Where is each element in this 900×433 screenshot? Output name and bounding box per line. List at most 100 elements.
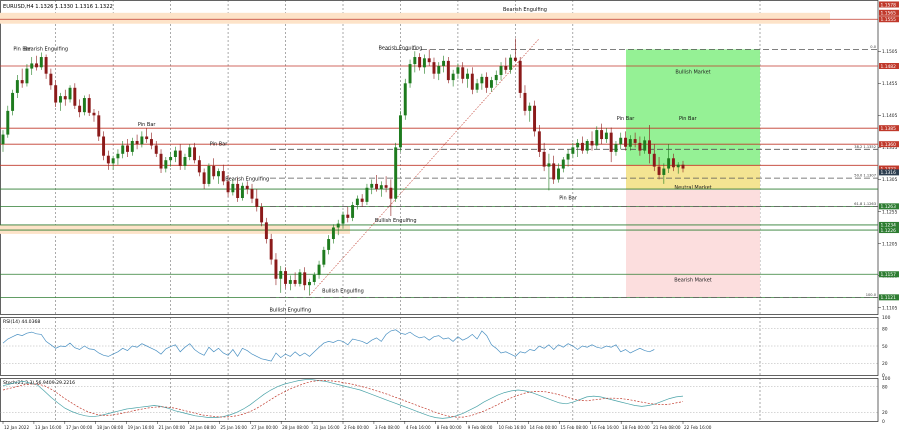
candle-body: [111, 158, 115, 164]
candle-body: [260, 206, 264, 223]
fib-label: 61.8 1.1263: [854, 202, 876, 206]
fib-label: 100.0: [866, 293, 877, 297]
candle-body: [87, 98, 91, 113]
candle-body: [413, 57, 417, 65]
candle-body: [212, 165, 216, 177]
time-tick-label: 2 Feb 00:00: [344, 425, 369, 430]
time-tick-label: 21 Feb 08:00: [653, 425, 681, 430]
candle-body: [628, 139, 632, 147]
candle-body: [346, 214, 350, 218]
candle-body: [537, 131, 541, 152]
candle-body: [264, 222, 268, 240]
pattern-annotation: Pin Bar: [210, 141, 229, 147]
pattern-annotation: Pin Bar: [138, 122, 157, 128]
candle-body: [269, 239, 273, 260]
candle-body: [557, 168, 560, 180]
fib-label: 0.0: [870, 45, 876, 49]
price-tag-label: 1.1121: [881, 295, 897, 301]
candle-body: [54, 85, 58, 103]
candle-body: [284, 271, 288, 284]
time-tick-label: 3 Feb 08:00: [375, 425, 400, 430]
candle-body: [126, 145, 129, 152]
candle-body: [461, 67, 465, 79]
pattern-annotation: Pin Bar: [559, 196, 578, 202]
candle-body: [312, 274, 316, 282]
rsi-tick-label: 100: [882, 315, 891, 321]
candle-body: [504, 66, 508, 70]
price-tag-label: 1.1482: [881, 64, 897, 70]
candle-body: [398, 115, 402, 148]
time-tick-label: 18 Feb 00:00: [622, 425, 650, 430]
candle-body: [327, 239, 331, 250]
candle-body: [403, 83, 407, 116]
stoch-tick-label: 100: [882, 376, 891, 382]
candle-body: [418, 57, 422, 68]
candle-body: [240, 185, 244, 199]
candle-body: [480, 76, 484, 84]
candle-body: [580, 142, 584, 151]
candle-body: [437, 66, 441, 74]
candle-body: [145, 136, 149, 140]
candle-body: [173, 150, 177, 157]
candle-body: [379, 185, 383, 190]
candle-body: [308, 281, 311, 286]
time-tick-label: 19 Jan 16:00: [128, 425, 155, 430]
pattern-annotation: Bullish Engulfing: [375, 218, 417, 224]
candle-body: [552, 163, 556, 180]
time-tick-label: 15 Feb 08:00: [560, 425, 588, 430]
candle-body: [121, 145, 125, 154]
candle-body: [293, 280, 297, 284]
time-tick-label: 16 Feb 16:00: [591, 425, 619, 430]
candle-body: [494, 74, 498, 81]
candle-body: [667, 158, 671, 169]
candle-body: [68, 87, 72, 100]
candle-body: [20, 80, 24, 84]
price-tag-label: 1.1360: [881, 142, 897, 148]
price-tag-label: 1.1578: [881, 2, 897, 8]
candle-body: [595, 130, 599, 146]
candle-body: [523, 92, 527, 111]
candle-body: [638, 142, 642, 151]
candle-body: [446, 60, 450, 81]
candle-body: [351, 205, 355, 218]
candle-body: [298, 272, 302, 284]
price-tick-label: 1.1505: [882, 49, 898, 55]
candle-body: [466, 73, 469, 79]
candle-body: [648, 140, 651, 154]
candle-body: [197, 160, 201, 173]
candle-body: [6, 110, 10, 135]
candle-body: [657, 166, 661, 175]
candle-body: [15, 80, 19, 93]
candle-body: [624, 137, 628, 147]
candle-body: [39, 57, 43, 68]
candle-body: [422, 58, 426, 68]
candle-body: [662, 168, 666, 175]
candle-body: [82, 98, 86, 113]
fib-label: 50.0 1.1307: [854, 174, 876, 178]
candle-body: [389, 187, 393, 199]
candle-body: [676, 164, 680, 168]
candle-body: [135, 140, 139, 145]
candle-body: [159, 153, 163, 169]
candle-body: [604, 132, 608, 140]
candle-body: [303, 272, 307, 286]
time-tick-label: 27 Jan 00:00: [251, 425, 278, 430]
price-tick-label: 1.1305: [882, 177, 898, 183]
time-tick-label: 25 Jan 16:00: [220, 425, 247, 430]
candle-body: [671, 158, 675, 168]
pattern-annotation: Bullish Engulfing: [269, 308, 311, 314]
candle-body: [365, 187, 369, 202]
stoch-tick-label: 20: [882, 410, 888, 416]
candle-body: [202, 172, 206, 184]
time-tick-label: 28 Jan 08:00: [282, 425, 309, 430]
candle-body: [11, 92, 15, 111]
candle-body: [207, 165, 211, 184]
candle-body: [149, 139, 153, 146]
candle-body: [432, 62, 436, 74]
price-tick-label: 1.1455: [882, 81, 898, 87]
stoch-tick-label: 80: [882, 384, 888, 390]
candle-body: [370, 183, 374, 188]
candle-body: [375, 183, 378, 190]
candle-body: [178, 150, 182, 166]
price-tick-label: 1.1255: [882, 209, 898, 215]
